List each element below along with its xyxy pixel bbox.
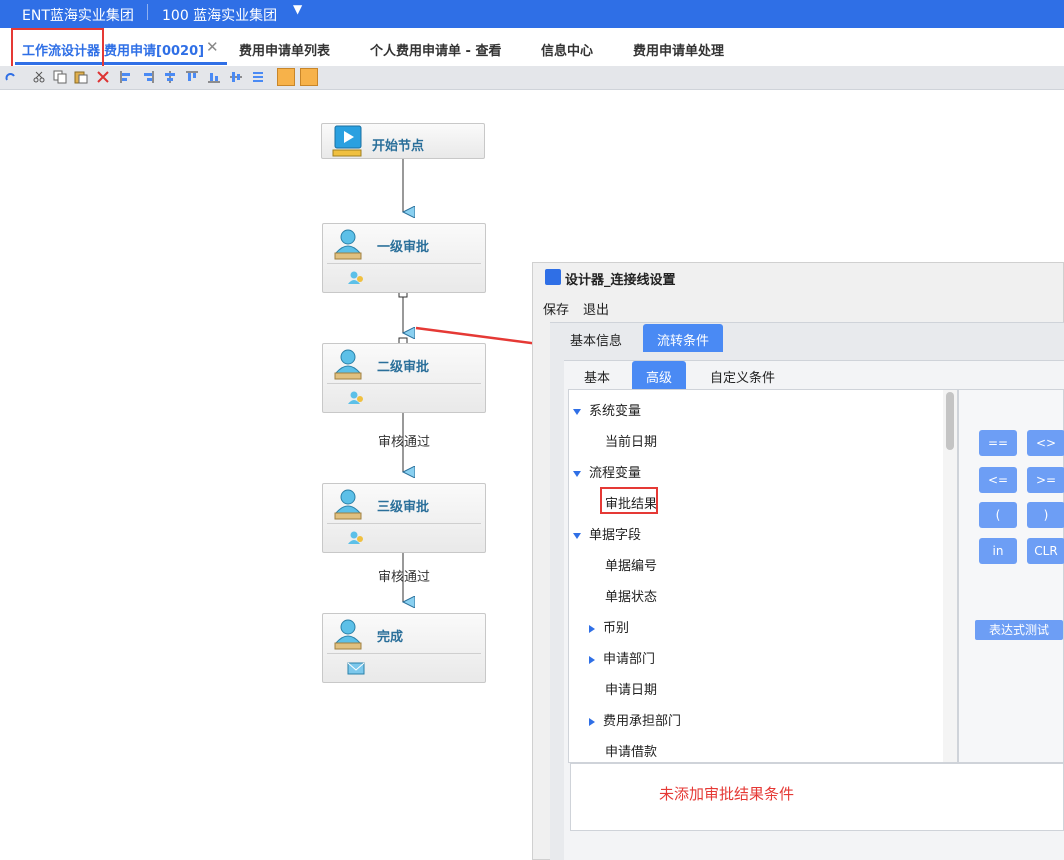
dialog-titlebar[interactable]: 设计器_连接线设置 bbox=[533, 263, 1063, 291]
tree-item[interactable]: 单据编号 bbox=[605, 555, 657, 574]
op-lte-button[interactable]: <= bbox=[979, 467, 1017, 493]
tree-item[interactable]: 申请部门 bbox=[589, 648, 655, 667]
tab-flow-conditions[interactable]: 流转条件 bbox=[643, 324, 724, 352]
expression-input[interactable] bbox=[570, 763, 1064, 831]
tree-group[interactable]: 系统变量 bbox=[573, 400, 641, 419]
app-icon bbox=[545, 269, 561, 285]
tree-group[interactable]: 单据字段 bbox=[573, 524, 641, 543]
tree-group[interactable]: 流程变量 bbox=[573, 462, 641, 481]
dialog-title: 设计器_连接线设置 bbox=[565, 273, 676, 288]
user-icon bbox=[334, 349, 362, 380]
exit-menu[interactable]: 退出 bbox=[583, 299, 609, 318]
subtab-custom-condition[interactable]: 自定义条件 bbox=[696, 361, 789, 389]
op-in-button[interactable]: in bbox=[979, 538, 1017, 564]
tree-item[interactable]: 当前日期 bbox=[605, 431, 657, 450]
op-open-paren-button[interactable]: ( bbox=[979, 502, 1017, 528]
end-node[interactable]: 完成 bbox=[322, 613, 486, 683]
user-group-icon bbox=[348, 531, 363, 544]
expand-icon bbox=[573, 408, 581, 415]
tree-item[interactable]: 申请日期 bbox=[605, 679, 657, 698]
tree-item[interactable]: 币别 bbox=[589, 617, 629, 636]
node-divider bbox=[327, 263, 481, 264]
tree-item[interactable]: 费用承担部门 bbox=[589, 710, 681, 729]
user-group-icon bbox=[348, 391, 363, 404]
scrollbar-thumb[interactable] bbox=[946, 392, 954, 450]
approval-node-1[interactable]: 一级审批 bbox=[322, 223, 486, 293]
op-gte-button[interactable]: >= bbox=[1027, 467, 1064, 493]
approval-node-2[interactable]: 二级审批 bbox=[322, 343, 486, 413]
expand-icon bbox=[573, 532, 581, 539]
save-menu[interactable]: 保存 bbox=[543, 299, 569, 318]
node-divider bbox=[327, 653, 481, 654]
op-equal-button[interactable]: == bbox=[979, 430, 1017, 456]
annotation-note: 未添加审批结果条件 bbox=[659, 785, 795, 803]
node-title: 三级审批 bbox=[377, 500, 430, 515]
start-node[interactable]: 开始节点 bbox=[321, 123, 485, 159]
subtab-basic[interactable]: 基本 bbox=[570, 361, 624, 389]
user-group-icon bbox=[348, 271, 363, 284]
collapse-icon bbox=[589, 655, 595, 664]
node-title: 开始节点 bbox=[372, 139, 425, 154]
op-close-paren-button[interactable]: ) bbox=[1027, 502, 1064, 528]
user-icon bbox=[334, 229, 362, 260]
collapse-icon bbox=[589, 717, 595, 726]
node-title: 一级审批 bbox=[377, 240, 430, 255]
subtab-advanced[interactable]: 高级 bbox=[632, 361, 687, 389]
flow-label[interactable]: 审核通过 bbox=[378, 431, 430, 450]
op-clear-button[interactable]: CLR bbox=[1027, 538, 1064, 564]
collapse-icon bbox=[589, 624, 595, 633]
tab-basic-info[interactable]: 基本信息 bbox=[556, 324, 636, 352]
flow-label[interactable]: 审核通过 bbox=[378, 566, 430, 585]
tree-item[interactable]: 申请借款 bbox=[605, 741, 657, 760]
node-title: 二级审批 bbox=[377, 360, 430, 375]
tree-item[interactable]: 单据状态 bbox=[605, 586, 657, 605]
expand-icon bbox=[573, 470, 581, 477]
expression-test-button[interactable]: 表达式测试 bbox=[975, 620, 1063, 640]
play-icon bbox=[332, 125, 362, 157]
node-title: 完成 bbox=[377, 630, 404, 645]
node-divider bbox=[327, 523, 481, 524]
user-icon bbox=[334, 619, 362, 650]
user-icon bbox=[334, 489, 362, 520]
mail-icon bbox=[347, 662, 365, 675]
op-not-equal-button[interactable]: <> bbox=[1027, 430, 1064, 456]
node-divider bbox=[327, 383, 481, 384]
annotation-box bbox=[600, 487, 658, 514]
approval-node-3[interactable]: 三级审批 bbox=[322, 483, 486, 553]
